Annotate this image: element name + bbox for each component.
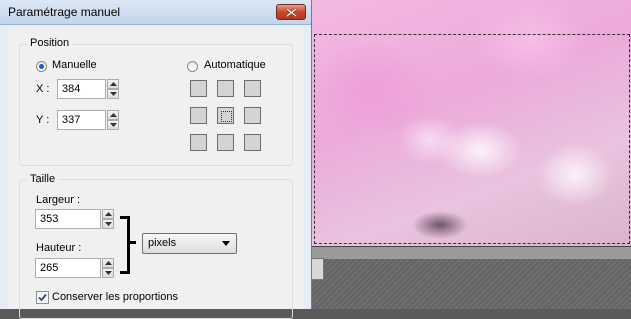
keep-proportions-label[interactable]: Conserver les proportions [52, 291, 178, 303]
x-spin-down[interactable] [107, 89, 119, 99]
dialog-title: Paramétrage manuel [8, 5, 121, 19]
keep-proportions-checkbox[interactable] [36, 291, 49, 304]
y-spin-down[interactable] [107, 120, 119, 130]
dialog-body: Position Manuelle Automatique X : 384 Y … [8, 28, 304, 319]
y-spin-up[interactable] [107, 110, 119, 120]
anchor-center[interactable] [217, 107, 234, 124]
spin-up-icon [110, 82, 117, 86]
size-group-label: Taille [27, 173, 59, 185]
bracket-connector [130, 241, 136, 244]
y-spinner[interactable] [107, 110, 119, 130]
height-label: Hauteur : [36, 242, 82, 254]
unit-select[interactable]: pixels [142, 233, 237, 254]
y-label: Y : [36, 114, 50, 126]
spin-down-icon [110, 123, 117, 127]
dropdown-arrow-icon [222, 241, 230, 246]
spin-up-icon [105, 261, 112, 265]
height-spinner[interactable] [102, 258, 114, 278]
spin-down-icon [105, 271, 112, 275]
unit-select-value: pixels [148, 237, 177, 249]
anchor-middle-left[interactable] [190, 107, 207, 124]
height-input[interactable]: 265 [35, 258, 101, 278]
width-spinner[interactable] [102, 209, 114, 229]
x-spinner[interactable] [107, 79, 119, 99]
width-spin-up[interactable] [102, 209, 114, 219]
width-spin-down[interactable] [102, 219, 114, 229]
manual-settings-dialog: Paramétrage manuel Position Manuelle Aut… [0, 0, 312, 319]
anchor-middle-right[interactable] [244, 107, 261, 124]
width-label: Largeur : [36, 194, 81, 206]
anchor-bottom-right[interactable] [244, 134, 261, 151]
y-input[interactable]: 337 [57, 110, 106, 130]
anchor-top-right[interactable] [244, 80, 261, 97]
x-input[interactable]: 384 [57, 79, 106, 99]
crop-selection[interactable] [314, 34, 630, 244]
spin-up-icon [110, 113, 117, 117]
anchor-bottom-center[interactable] [217, 134, 234, 151]
x-spin-up[interactable] [107, 79, 119, 89]
x-label: X : [36, 83, 50, 95]
automatic-radio-label[interactable]: Automatique [204, 59, 266, 71]
width-input[interactable]: 353 [35, 209, 101, 229]
anchor-top-center[interactable] [217, 80, 234, 97]
link-bracket [120, 216, 130, 274]
checkmark-icon [38, 293, 47, 302]
spin-up-icon [105, 212, 112, 216]
canvas-bottom-border [310, 246, 631, 259]
anchor-top-left[interactable] [190, 80, 207, 97]
title-bar[interactable]: Paramétrage manuel [0, 0, 311, 25]
manual-radio[interactable] [36, 61, 47, 72]
image-canvas[interactable] [310, 0, 631, 309]
position-group-label: Position [27, 37, 73, 49]
automatic-radio[interactable] [187, 61, 198, 72]
manual-radio-label[interactable]: Manuelle [52, 59, 97, 71]
height-spin-up[interactable] [102, 258, 114, 268]
close-button[interactable] [276, 4, 306, 20]
canvas-corner-widget [310, 258, 324, 280]
height-spin-down[interactable] [102, 268, 114, 278]
spin-down-icon [110, 92, 117, 96]
close-icon [286, 8, 297, 17]
anchor-bottom-left[interactable] [190, 134, 207, 151]
spin-down-icon [105, 222, 112, 226]
